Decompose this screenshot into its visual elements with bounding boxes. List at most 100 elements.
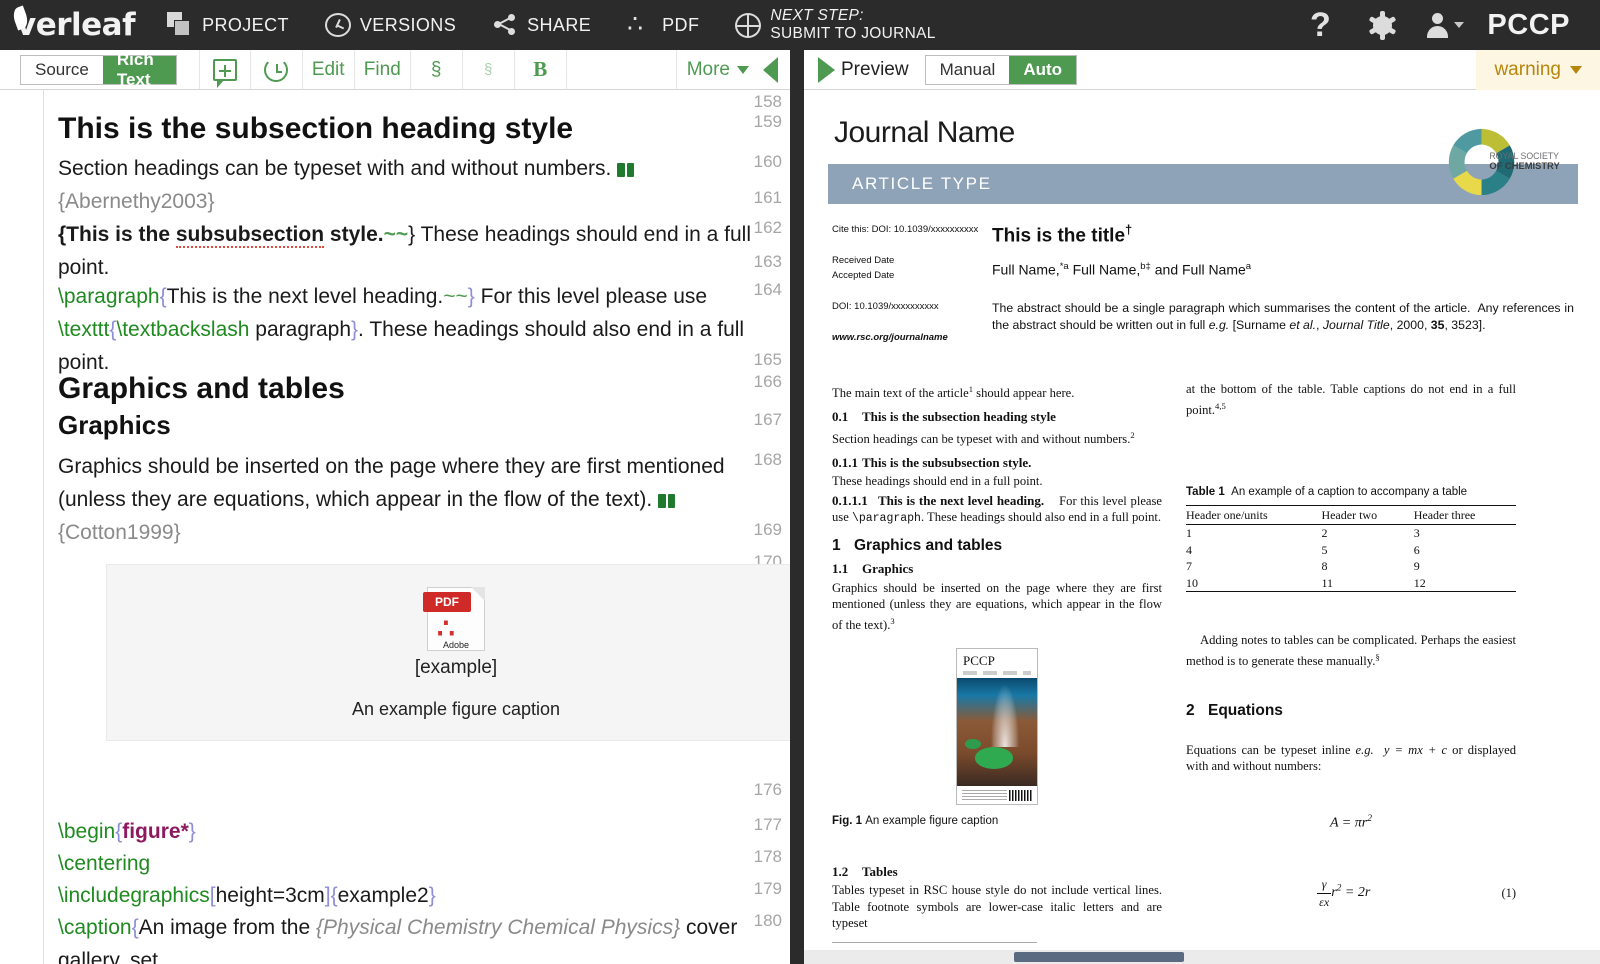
dates-block: Received Date Accepted Date <box>832 253 992 283</box>
table-cell: 12 <box>1413 574 1516 593</box>
account-menu-button[interactable] <box>1415 0 1473 50</box>
right-column-text: at the bottom of the table. Table captio… <box>1186 382 1516 417</box>
section-title: This is the subsection heading style <box>862 408 1056 424</box>
nav-item-project[interactable]: PROJECT <box>149 0 307 50</box>
editor-blank-line[interactable] <box>58 520 780 538</box>
auto-tab[interactable]: Auto <box>1009 55 1077 84</box>
pdf-body-columns: The main text of the article 1 should app… <box>822 371 1582 964</box>
editor-line-160[interactable]: Section headings can be typeset with and… <box>58 152 780 218</box>
footnote-rule <box>832 941 1037 943</box>
pdf-page: ROYAL SOCIETY OF CHEMISTRY Journal Name … <box>822 116 1582 964</box>
nav-item-next-step[interactable]: NEXT STEP: SUBMIT TO JOURNAL <box>717 0 953 50</box>
equations-intro: Equations can be typeset inline e.g. y =… <box>1186 742 1516 775</box>
section-number: 1.2 <box>832 863 849 879</box>
royal-society-of-chemistry-logo: ROYAL SOCIETY OF CHEMISTRY <box>1448 128 1560 196</box>
editor-blank-line[interactable] <box>58 252 780 270</box>
equation-1-text: A = πr <box>1330 815 1368 831</box>
paper-title: This is the title† <box>992 222 1574 247</box>
main-text-intro: The main text of the article1 should app… <box>832 381 1162 402</box>
table-header-row: Header one/units Header two Header three <box>1186 504 1516 526</box>
section-number: 1 <box>832 536 841 554</box>
editor-blank-line[interactable] <box>58 188 780 206</box>
editor-line-177[interactable]: \begin{figure*} <box>58 815 780 848</box>
equations-intro-text-1: Equations can be typeset inline <box>1186 742 1356 757</box>
nav-item-versions[interactable]: VERSIONS <box>307 0 474 50</box>
editor-blank-line[interactable] <box>58 780 780 798</box>
comment-plus-icon <box>212 58 237 88</box>
table-label: Table 1 <box>1186 486 1225 499</box>
accepted-date: Accepted Date <box>832 270 895 281</box>
section-number: 0.1 <box>832 408 849 424</box>
section-title: This is the subsubsection style. <box>862 454 1032 470</box>
source-tab[interactable]: Source <box>21 55 103 84</box>
figure-placeholder[interactable]: PDF ∴ Adobe [example] An example figure capt… <box>106 564 790 741</box>
editor-blank-line[interactable] <box>58 92 780 110</box>
editor-toolbar: Source Rich Text Edit Find § § B . More <box>0 50 790 90</box>
nav-item-pdf[interactable]: ∴ PDF <box>609 0 717 50</box>
pdf-title-column: This is the title† Full Name,*a Full Nam… <box>992 222 1574 361</box>
figure-caption: Fig. 1 An example figure caption <box>832 813 1162 830</box>
document-text-area[interactable]: This is the subsection heading style Sect… <box>44 90 790 964</box>
rich-text-tab[interactable]: Rich Text <box>102 50 176 89</box>
share-icon <box>492 12 518 38</box>
cover-plume <box>990 684 1020 748</box>
section-title: Equations <box>1208 702 1283 720</box>
editor-line-167[interactable]: Graphics <box>58 410 780 441</box>
bold-button[interactable]: B <box>515 50 567 89</box>
nav-item-share[interactable]: SHARE <box>474 0 609 50</box>
edit-button[interactable]: Edit <box>303 50 355 89</box>
editor-line-178[interactable]: \centering <box>58 847 780 880</box>
recompile-play-icon[interactable] <box>818 56 835 83</box>
editor-line-159[interactable]: This is the subsection heading style <box>58 112 780 146</box>
section-button[interactable]: § <box>411 50 463 89</box>
pdf-horizontal-scrollbar[interactable] <box>804 950 1600 964</box>
cover-subtitle-lines <box>963 671 1031 676</box>
find-button[interactable]: Find <box>355 50 411 89</box>
table-cell: 3 <box>1413 526 1420 541</box>
warning-dropdown[interactable]: warning <box>1476 49 1600 90</box>
section-number: 0.1.1.1 <box>832 492 868 508</box>
overleaf-logo-text: verleaf <box>16 7 136 43</box>
help-button[interactable]: ? <box>1291 0 1349 50</box>
history-button[interactable] <box>251 50 303 89</box>
project-icon <box>167 12 193 38</box>
preview-label: Preview <box>841 58 909 80</box>
manual-tab[interactable]: Manual <box>925 55 1010 84</box>
editor-line-180[interactable]: \caption{An image from the {Physical Che… <box>58 911 780 964</box>
pdf-file-icon: PDF ∴ Adobe <box>423 587 485 651</box>
pdf-heading-0-1-1: 0.1.1 This is the subsubsection style. <box>832 455 1162 472</box>
more-menu-button[interactable]: More <box>677 59 759 81</box>
equation-number: (1) <box>1501 885 1517 900</box>
subsection-button[interactable]: § <box>463 50 515 89</box>
paper-abstract: The abstract should be a single paragrap… <box>992 300 1574 332</box>
equation-unnumbered: A = πr2 <box>1186 811 1516 832</box>
clock-icon <box>324 13 351 37</box>
table-cell: 9 <box>1413 559 1420 574</box>
toolbar-spacer: . <box>567 50 677 89</box>
pdf-right-column: at the bottom of the table. Table captio… <box>1186 371 1516 964</box>
editor-line-166[interactable]: Graphics and tables <box>58 372 780 406</box>
pdf-toolbar: Preview Manual Auto warning <box>804 49 1600 90</box>
scrollbar-thumb[interactable] <box>1014 952 1184 962</box>
editor-line-162[interactable]: {This is the subsubsection style.~~} The… <box>58 218 780 284</box>
add-comment-button[interactable] <box>198 50 251 89</box>
table-note-sup: § <box>1375 651 1380 662</box>
collapse-editor-button[interactable] <box>763 56 778 83</box>
source-richtext-toggle[interactable]: Source Rich Text <box>20 50 177 89</box>
pdf-body-0-1-1: These headings should end in a full poin… <box>832 474 1043 489</box>
example-table: Header one/units Header two Header three… <box>1186 504 1516 593</box>
table-row: 10 11 12 <box>1186 574 1516 593</box>
pdf-heading-0-1-1-1: 0.1.1.1 This is the next level heading. <box>832 493 1048 508</box>
settings-button[interactable] <box>1353 0 1411 50</box>
svg-text:OF CHEMISTRY: OF CHEMISTRY <box>1489 161 1560 171</box>
manual-auto-toggle[interactable]: Manual Auto <box>924 54 1078 85</box>
person-icon <box>1424 12 1450 38</box>
editor-body[interactable]: 158 159 160 161 162 163 164 165 166 167 168 169 170 1… <box>0 90 790 964</box>
editor-blank-line[interactable] <box>58 350 780 368</box>
overleaf-logo[interactable]: verleaf <box>0 0 149 50</box>
pdf-viewport[interactable]: ROYAL SOCIETY OF CHEMISTRY Journal Name … <box>804 90 1600 964</box>
pane-divider[interactable] <box>790 50 804 964</box>
table-cell: 11 <box>1321 574 1414 593</box>
equation-2-exponent: 2 <box>1336 883 1342 894</box>
editor-line-179[interactable]: \includegraphics[height=3cm]{example2} <box>58 879 780 912</box>
